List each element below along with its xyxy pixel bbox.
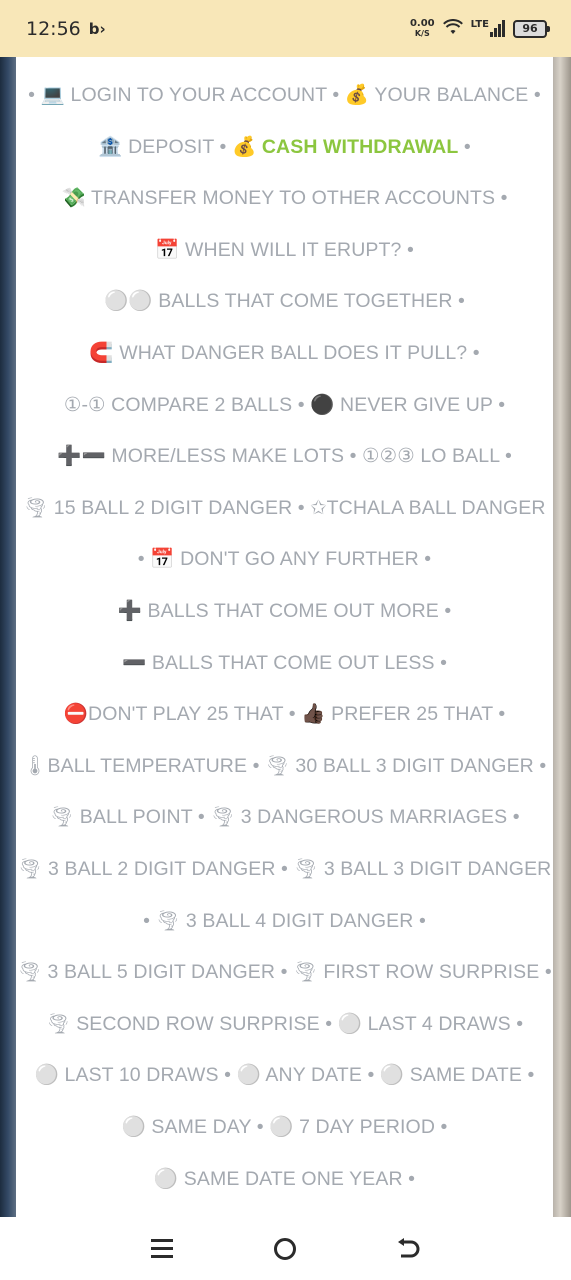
menu-line: ➕➖ MORE/LESS MAKE LOTS • ①②③ LO BALL •: [16, 444, 553, 468]
right-background-edge: [553, 57, 571, 1217]
net-speed-value: 0.00: [409, 17, 435, 29]
menu-line: • 🌪 3 BALL 4 DIGIT DANGER •: [16, 909, 553, 933]
net-speed-unit: K/S: [414, 28, 430, 38]
menu-line: 🧲 WHAT DANGER BALL DOES IT PULL? •: [16, 341, 553, 365]
signal-icon: LTE: [471, 20, 505, 37]
menu-option-highlighted[interactable]: CASH WITHDRAWAL: [262, 136, 458, 158]
menu-option[interactable]: •: [458, 136, 471, 158]
menu-line: ⚪ SAME DATE ONE YEAR •: [16, 1167, 553, 1191]
menu-line: 🌪 BALL POINT • 🌪 3 DANGEROUS MARRIAGES •: [16, 805, 553, 829]
menu-option[interactable]: ➕ BALLS THAT COME OUT MORE •: [118, 600, 452, 622]
menu-line: ➖ BALLS THAT COME OUT LESS •: [16, 651, 553, 675]
menu-line: ⚪⚪ BALLS THAT COME TOGETHER •: [16, 289, 553, 313]
left-background-edge: [0, 57, 16, 1217]
wifi-icon: [442, 19, 463, 38]
menu-option[interactable]: 🌪 3 BALL 2 DIGIT DANGER • 🌪 3 BALL 3 DIG…: [18, 858, 552, 880]
menu-line: ➕ BALLS THAT COME OUT MORE •: [16, 599, 553, 623]
menu-option[interactable]: 💸 TRANSFER MONEY TO OTHER ACCOUNTS •: [61, 187, 507, 209]
menu-option[interactable]: 🏦 DEPOSIT • 💰: [98, 136, 262, 158]
menu-line: • 📅 DON'T GO ANY FURTHER •: [16, 547, 553, 571]
menu-option[interactable]: 🌪 SECOND ROW SURPRISE • ⚪ LAST 4 DRAWS •: [46, 1013, 523, 1035]
menu-option[interactable]: 🌡BALL TEMPERATURE • 🌪 30 BALL 3 DIGIT DA…: [23, 755, 547, 777]
menu-option[interactable]: 🧲 WHAT DANGER BALL DOES IT PULL? •: [89, 342, 479, 364]
menu-option[interactable]: ⚪ LAST 10 DRAWS • ⚪ ANY DATE • ⚪ SAME DA…: [35, 1064, 535, 1086]
menu-option[interactable]: • 💻 LOGIN TO YOUR ACCOUNT • 💰 YOUR BALAN…: [28, 84, 541, 106]
menu-option[interactable]: 🌪 3 BALL 5 DIGIT DANGER • 🌪 FIRST ROW SU…: [17, 961, 552, 983]
menu-option[interactable]: • 🌪 3 BALL 4 DIGIT DANGER •: [143, 910, 426, 932]
home-button[interactable]: [265, 1229, 305, 1269]
back-arrow-icon: [398, 1237, 420, 1257]
menu-line: ⚪ LAST 10 DRAWS • ⚪ ANY DATE • ⚪ SAME DA…: [16, 1063, 553, 1087]
home-circle-icon: [274, 1237, 297, 1260]
menu-line: • 💻 LOGIN TO YOUR ACCOUNT • 💰 YOUR BALAN…: [16, 83, 553, 107]
navigation-bar: [0, 1217, 571, 1280]
network-type: LTE: [470, 19, 489, 30]
menu-line: 🌪 3 BALL 2 DIGIT DANGER • 🌪 3 BALL 3 DIG…: [16, 857, 553, 881]
battery-level: 96: [522, 22, 538, 35]
menu-line: ⛔DON'T PLAY 25 THAT • 👍🏿 PREFER 25 THAT …: [16, 702, 553, 726]
menu-option[interactable]: 🌪 BALL POINT • 🌪 3 DANGEROUS MARRIAGES •: [49, 806, 519, 828]
menu-line: 🌪 15 BALL 2 DIGIT DANGER • ✩TCHALA BALL …: [16, 496, 553, 520]
menu-option[interactable]: ➖ BALLS THAT COME OUT LESS •: [122, 652, 447, 674]
menu-option[interactable]: ⛔DON'T PLAY 25 THAT • 👍🏿 PREFER 25 THAT …: [64, 703, 506, 725]
menu-option[interactable]: ⚪ SAME DAY • ⚪ 7 DAY PERIOD •: [122, 1116, 448, 1138]
menu-option[interactable]: ⚪⚪ BALLS THAT COME TOGETHER •: [104, 290, 465, 312]
menu-line: 💸 TRANSFER MONEY TO OTHER ACCOUNTS •: [16, 186, 553, 210]
menu-line: ①-① COMPARE 2 BALLS • ⚫ NEVER GIVE UP •: [16, 393, 553, 417]
menu-line: 📅 WHEN WILL IT ERUPT? •: [16, 238, 553, 262]
menu-line: 🌪 3 BALL 5 DIGIT DANGER • 🌪 FIRST ROW SU…: [16, 960, 553, 984]
menu-option[interactable]: ①-① COMPARE 2 BALLS • ⚫ NEVER GIVE UP •: [64, 394, 505, 416]
battery-icon: 96: [513, 19, 550, 38]
status-bar: 12:56 b› 0.00 K/S LTE 96: [0, 0, 571, 57]
status-right: 0.00 K/S LTE 96: [409, 17, 550, 39]
menu-line: 🌡BALL TEMPERATURE • 🌪 30 BALL 3 DIGIT DA…: [16, 754, 553, 778]
app-notification-icon: b›: [88, 19, 106, 38]
menu-option[interactable]: 📅 WHEN WILL IT ERUPT? •: [155, 239, 414, 261]
menu-line: 🌪 SECOND ROW SURPRISE • ⚪ LAST 4 DRAWS •: [16, 1012, 553, 1036]
menu-panel: • 💻 LOGIN TO YOUR ACCOUNT • 💰 YOUR BALAN…: [16, 57, 553, 1217]
menu-option[interactable]: • 📅 DON'T GO ANY FURTHER •: [138, 548, 431, 570]
menu-line: ⚪ SAME DAY • ⚪ 7 DAY PERIOD •: [16, 1115, 553, 1139]
menu-option[interactable]: ➕➖ MORE/LESS MAKE LOTS • ①②③ LO BALL •: [57, 445, 512, 467]
back-button[interactable]: [389, 1229, 429, 1269]
menu-option[interactable]: ⚪ SAME DATE ONE YEAR •: [154, 1168, 415, 1190]
status-left: 12:56 b›: [26, 18, 106, 40]
recent-apps-button[interactable]: [142, 1229, 182, 1269]
menu-option[interactable]: 🌪 15 BALL 2 DIGIT DANGER • ✩TCHALA BALL …: [23, 497, 545, 519]
menu-line: 🏦 DEPOSIT • 💰 CASH WITHDRAWAL •: [16, 135, 553, 159]
status-time: 12:56: [26, 17, 81, 40]
net-speed: 0.00 K/S: [409, 17, 435, 39]
menu-lines-icon: [150, 1239, 173, 1258]
